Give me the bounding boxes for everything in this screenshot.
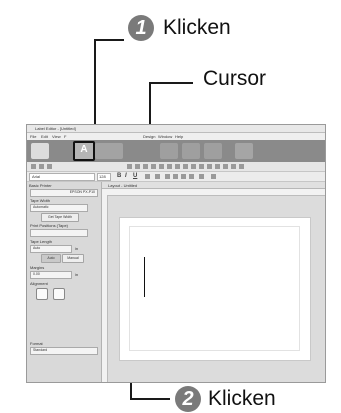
- tape-length-unit: in: [75, 246, 79, 251]
- tape-length-value: Auto: [33, 246, 41, 250]
- text-a-icon: A: [80, 144, 88, 155]
- label-paper[interactable]: [119, 217, 311, 361]
- tool-icon[interactable]: [239, 164, 244, 169]
- callout-2-line-horizontal: [130, 398, 170, 400]
- tool-icon[interactable]: [151, 164, 156, 169]
- font-size-value: 128: [99, 174, 106, 179]
- step-2-label: Klicken: [208, 387, 276, 410]
- label-print-area[interactable]: [129, 226, 300, 351]
- ribbon: A: [27, 140, 325, 162]
- margins-value: 0.00: [33, 272, 40, 276]
- format-icon[interactable]: [181, 174, 186, 179]
- manual-button[interactable]: Manual: [62, 254, 84, 263]
- menu-window[interactable]: Window: [158, 134, 172, 139]
- properties-sidebar: Basic Printer EPSON PX-P10 Tape Width Au…: [27, 182, 102, 382]
- italic-button[interactable]: I: [125, 173, 127, 179]
- format-label: Format: [30, 341, 43, 346]
- tape-length-field[interactable]: Auto: [30, 245, 72, 253]
- window-title: Label Editor - [Untitled]: [35, 126, 76, 131]
- margins-field[interactable]: 0.00: [30, 271, 72, 279]
- app-window: Label Editor - [Untitled] File Edit View…: [26, 124, 326, 383]
- ribbon-button-3[interactable]: [95, 143, 123, 159]
- align-center-button[interactable]: [53, 288, 65, 300]
- format-value: Standard: [33, 348, 48, 352]
- margins-unit: in: [75, 272, 79, 277]
- bold-button[interactable]: B: [117, 173, 121, 179]
- tape-width-label: Tape Width: [30, 198, 51, 203]
- sidebar-header: Basic Printer: [29, 183, 52, 188]
- cursor-callout-label: Cursor: [203, 67, 267, 90]
- ribbon-button-4[interactable]: [160, 143, 178, 159]
- tool-icon[interactable]: [167, 164, 172, 169]
- menu-design[interactable]: Design: [143, 134, 155, 139]
- tape-width-select[interactable]: Automatic: [30, 204, 88, 212]
- tool-icon[interactable]: [39, 164, 44, 169]
- auto-button[interactable]: Auto: [41, 254, 61, 263]
- ribbon-button-6[interactable]: [204, 143, 222, 159]
- new-open-button[interactable]: [31, 143, 49, 159]
- toolbar-format: Arial 128 B I U: [27, 172, 325, 182]
- margins-label: Margins: [30, 265, 45, 270]
- format-select[interactable]: Standard: [30, 347, 98, 355]
- text-button[interactable]: A: [73, 141, 95, 161]
- underline-button[interactable]: U: [133, 173, 137, 179]
- tool-icon[interactable]: [47, 164, 52, 169]
- tool-icon[interactable]: [215, 164, 220, 169]
- tool-icon[interactable]: [223, 164, 228, 169]
- tool-icon[interactable]: [191, 164, 196, 169]
- callout-1-line-vertical: [94, 39, 96, 127]
- tool-icon[interactable]: [175, 164, 180, 169]
- format-icon[interactable]: [145, 174, 150, 179]
- tool-icon[interactable]: [135, 164, 140, 169]
- cursor-callout-line-horizontal: [149, 82, 193, 84]
- format-icon[interactable]: [155, 174, 160, 179]
- title-bar: Label Editor - [Untitled]: [27, 125, 325, 133]
- menu-edit[interactable]: Edit: [41, 134, 48, 139]
- tape-length-label: Tape Length: [30, 239, 53, 244]
- format-icon[interactable]: [211, 174, 216, 179]
- tool-icon[interactable]: [159, 164, 164, 169]
- align-left-button[interactable]: [36, 288, 48, 300]
- tool-icon[interactable]: [127, 164, 132, 169]
- tool-icon[interactable]: [183, 164, 188, 169]
- font-size-select[interactable]: 128: [97, 173, 111, 181]
- horizontal-ruler: [102, 189, 325, 196]
- document-tab-bar: Layout - Untitled: [102, 182, 325, 189]
- format-icon[interactable]: [173, 174, 178, 179]
- print-button[interactable]: [235, 143, 253, 159]
- tab-layout[interactable]: Layout - Untitled: [108, 183, 137, 188]
- get-tape-width-button[interactable]: Get Tape Width: [41, 213, 79, 222]
- tape-width-value: Automatic: [33, 205, 49, 209]
- menu-file[interactable]: File: [30, 134, 36, 139]
- menu-format[interactable]: F: [64, 134, 66, 139]
- layout-canvas[interactable]: [108, 196, 325, 382]
- print-positions-select[interactable]: [30, 229, 88, 237]
- step-1-badge: 1: [128, 15, 154, 41]
- ribbon-button-5[interactable]: [182, 143, 200, 159]
- tool-icon[interactable]: [31, 164, 36, 169]
- toolbar-objects: [27, 162, 325, 172]
- format-icon[interactable]: [165, 174, 170, 179]
- printer-select[interactable]: EPSON PX-P10: [30, 189, 98, 197]
- menu-view[interactable]: View: [52, 134, 61, 139]
- text-cursor: [144, 257, 145, 297]
- step-2-badge: 2: [175, 386, 201, 412]
- tool-icon[interactable]: [207, 164, 212, 169]
- printer-value: EPSON PX-P10: [69, 190, 95, 194]
- menu-bar: File Edit View F Design Window Help: [27, 133, 325, 140]
- callout-1-line-horizontal: [94, 39, 124, 41]
- tool-icon[interactable]: [231, 164, 236, 169]
- step-1-label: Klicken: [163, 16, 231, 39]
- font-value: Arial: [32, 174, 41, 179]
- tool-icon[interactable]: [199, 164, 204, 169]
- font-select[interactable]: Arial: [29, 173, 95, 181]
- print-positions-label: Print Positions (Tape): [30, 223, 69, 228]
- tool-icon[interactable]: [143, 164, 148, 169]
- format-icon[interactable]: [189, 174, 194, 179]
- alignment-label: Alignment: [30, 281, 48, 286]
- format-icon[interactable]: [199, 174, 204, 179]
- menu-help[interactable]: Help: [175, 134, 183, 139]
